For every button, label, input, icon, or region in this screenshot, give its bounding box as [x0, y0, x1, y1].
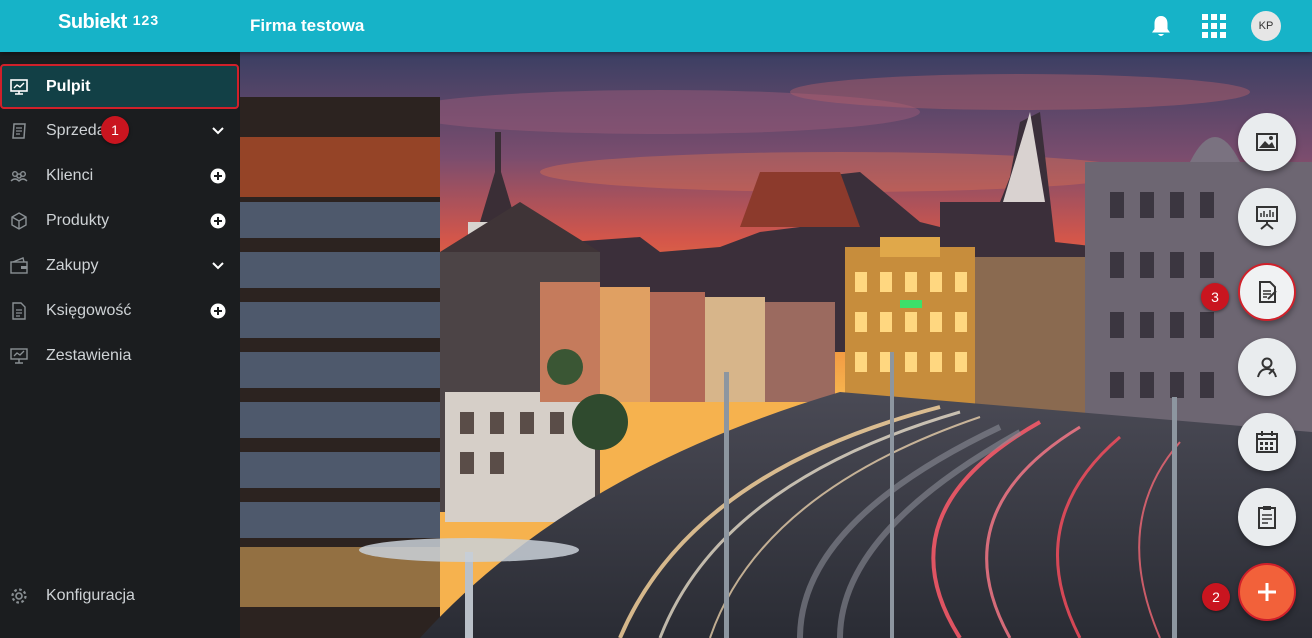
plus-circle-icon[interactable] — [210, 168, 226, 184]
fab-calendar-button[interactable] — [1238, 413, 1296, 471]
logo-suffix: 123 — [132, 12, 160, 28]
document-edit-icon — [1259, 281, 1277, 303]
plus-circle-icon[interactable] — [210, 213, 226, 229]
chevron-down-icon[interactable] — [210, 258, 226, 274]
clipboard-icon — [1258, 506, 1276, 529]
fab-presentation-button[interactable] — [1238, 188, 1296, 246]
sidebar-item-label: Zestawienia — [46, 346, 132, 364]
sidebar-item-label: Zakupy — [46, 256, 99, 274]
sidebar-item-konfiguracja[interactable]: Konfiguracja — [0, 573, 240, 618]
sidebar-item-ksiegowosc[interactable]: Księgowość — [0, 288, 240, 333]
notifications-bell-icon[interactable] — [1150, 14, 1172, 38]
logo-text: Subiekt — [58, 11, 127, 33]
apps-grid-icon[interactable] — [1202, 14, 1226, 38]
sidebar-item-label: Produkty — [46, 211, 110, 229]
app-logo[interactable]: Subiekt 123 — [58, 11, 159, 34]
plus-circle-icon[interactable] — [210, 303, 226, 319]
wallet-icon — [10, 256, 28, 274]
sidebar-item-label: Pulpit — [46, 77, 91, 95]
box-icon — [11, 211, 27, 230]
clients-icon — [10, 170, 28, 182]
sidebar-item-zakupy[interactable]: Zakupy — [0, 243, 240, 288]
step-badge-3: 3 — [1201, 283, 1229, 311]
calendar-icon — [1256, 431, 1278, 453]
dashboard-background-photo — [240, 52, 1312, 638]
fab-add-button[interactable] — [1238, 563, 1296, 621]
fab-clipboard-button[interactable] — [1238, 488, 1296, 546]
user-avatar[interactable]: KP — [1251, 11, 1281, 41]
sidebar-item-zestawienia[interactable]: Zestawienia — [0, 333, 240, 378]
dashboard-icon — [10, 78, 28, 95]
step-badge-2: 2 — [1202, 583, 1230, 611]
top-bar: Subiekt 123 Firma testowa KP — [0, 0, 1312, 52]
sidebar-item-produkty[interactable]: Produkty — [0, 198, 240, 243]
presentation-board-icon — [1256, 206, 1278, 230]
step-badge-1: 1 — [101, 116, 129, 144]
sidebar-item-label: Księgowość — [46, 301, 132, 319]
sidebar-item-label: Klienci — [46, 166, 94, 184]
fab-document-button[interactable] — [1238, 263, 1296, 321]
fab-image-button[interactable] — [1238, 113, 1296, 171]
company-name[interactable]: Firma testowa — [250, 16, 364, 36]
sales-icon — [12, 122, 26, 139]
sidebar-item-klienci[interactable]: Klienci — [0, 153, 240, 198]
contact-icon — [1257, 357, 1277, 378]
fab-contact-button[interactable] — [1238, 338, 1296, 396]
plus-icon — [1258, 583, 1276, 601]
sidebar-item-pulpit[interactable]: Pulpit — [0, 64, 239, 109]
document-icon — [12, 301, 26, 320]
chevron-down-icon[interactable] — [210, 123, 226, 139]
image-icon — [1256, 133, 1278, 151]
sidebar-item-label: Konfiguracja — [46, 586, 135, 604]
gear-icon — [11, 587, 27, 604]
presentation-icon — [10, 347, 28, 364]
